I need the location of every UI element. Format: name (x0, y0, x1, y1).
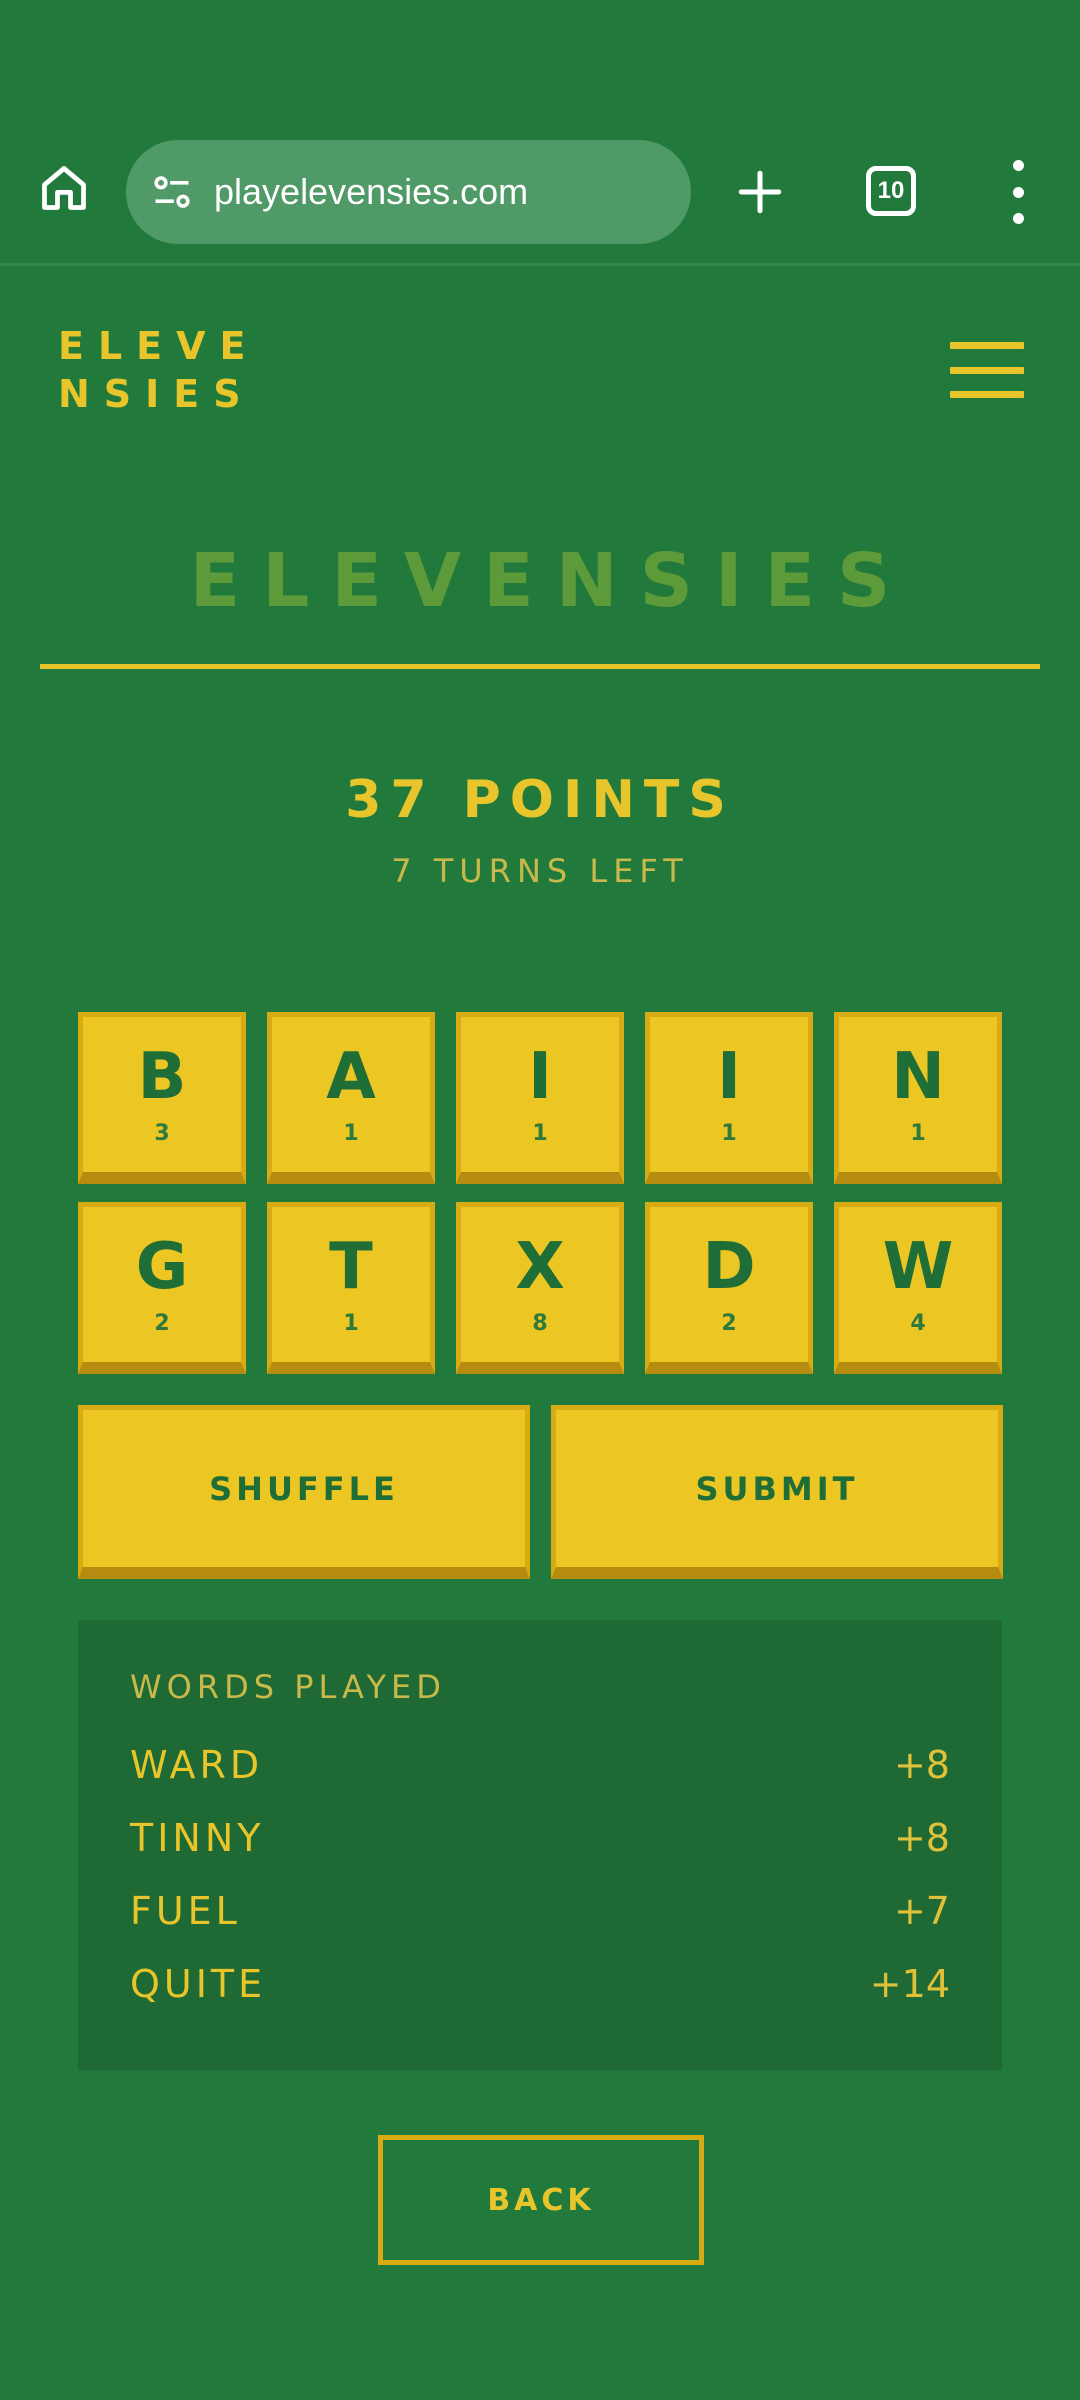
tile-score: 1 (343, 1311, 359, 1336)
words-played-panel: WORDS PLAYED WARD +8 TINNY +8 FUEL +7 QU… (78, 1620, 1002, 2070)
browser-toolbar: playelevensies.com 10 (0, 0, 1080, 266)
tile-score: 8 (532, 1311, 548, 1336)
tile-letter: A (326, 1040, 376, 1114)
played-word: TINNY (130, 1815, 265, 1860)
shuffle-button[interactable]: SHUFFLE (78, 1405, 530, 1579)
turns-left: 7 TURNS LEFT (391, 852, 689, 890)
tile-letter: G (135, 1230, 189, 1304)
list-item: QUITE +14 (130, 1947, 950, 2020)
letter-tile[interactable]: N 1 (834, 1012, 1002, 1184)
tile-score: 2 (154, 1311, 170, 1336)
word-points: +7 (893, 1888, 950, 1933)
address-bar[interactable]: playelevensies.com (126, 140, 691, 244)
tile-letter: X (515, 1230, 565, 1304)
page-title: ELEVENSIES (189, 538, 913, 624)
word-points: +14 (869, 1961, 950, 2006)
site-logo[interactable]: ELEVE NSIES (58, 322, 260, 418)
tab-switcher-button[interactable]: 10 (866, 166, 916, 216)
list-item: FUEL +7 (130, 1874, 950, 1947)
word-points: +8 (893, 1742, 950, 1787)
site-settings-icon[interactable] (148, 168, 196, 216)
letter-tile[interactable]: W 4 (834, 1202, 1002, 1374)
tile-letter: N (891, 1040, 945, 1114)
url-text: playelevensies.com (214, 171, 529, 212)
tile-score: 1 (532, 1121, 548, 1146)
played-word: FUEL (130, 1888, 241, 1933)
logo-line-1: ELEVE (58, 324, 260, 368)
list-item: WARD +8 (130, 1728, 950, 1801)
tile-letter: W (882, 1230, 954, 1304)
letter-tile[interactable]: I 1 (456, 1012, 624, 1184)
letter-tile[interactable]: B 3 (78, 1012, 246, 1184)
tile-letter: B (137, 1040, 187, 1114)
tile-score: 1 (343, 1121, 359, 1146)
back-button[interactable]: BACK (378, 2135, 704, 2265)
more-options-icon[interactable] (1000, 160, 1036, 224)
letter-tile[interactable]: G 2 (78, 1202, 246, 1374)
title-divider (40, 664, 1040, 669)
letter-tile[interactable]: I 1 (645, 1012, 813, 1184)
tile-letter: I (528, 1040, 552, 1114)
letter-tile[interactable]: D 2 (645, 1202, 813, 1374)
tile-letter: I (717, 1040, 741, 1114)
tile-score: 3 (154, 1121, 170, 1146)
tile-score: 1 (721, 1121, 737, 1146)
words-played-heading: WORDS PLAYED (130, 1668, 446, 1706)
letter-tile[interactable]: X 8 (456, 1202, 624, 1374)
played-word: WARD (130, 1742, 264, 1787)
list-item: TINNY +8 (130, 1801, 950, 1874)
tile-score: 1 (910, 1121, 926, 1146)
submit-button[interactable]: SUBMIT (551, 1405, 1003, 1579)
new-tab-icon[interactable] (730, 162, 790, 222)
letter-tile[interactable]: A 1 (267, 1012, 435, 1184)
hamburger-menu-icon[interactable] (950, 342, 1024, 398)
word-points: +8 (893, 1815, 950, 1860)
tile-score: 2 (721, 1311, 737, 1336)
played-word: QUITE (130, 1961, 267, 2006)
home-icon[interactable] (36, 160, 92, 216)
tile-score: 4 (910, 1311, 926, 1336)
points-display: 37 POINTS (345, 770, 735, 830)
tile-letter: D (702, 1230, 756, 1304)
logo-line-2: NSIES (58, 372, 255, 416)
tile-letter: T (329, 1230, 373, 1304)
letter-tile[interactable]: T 1 (267, 1202, 435, 1374)
